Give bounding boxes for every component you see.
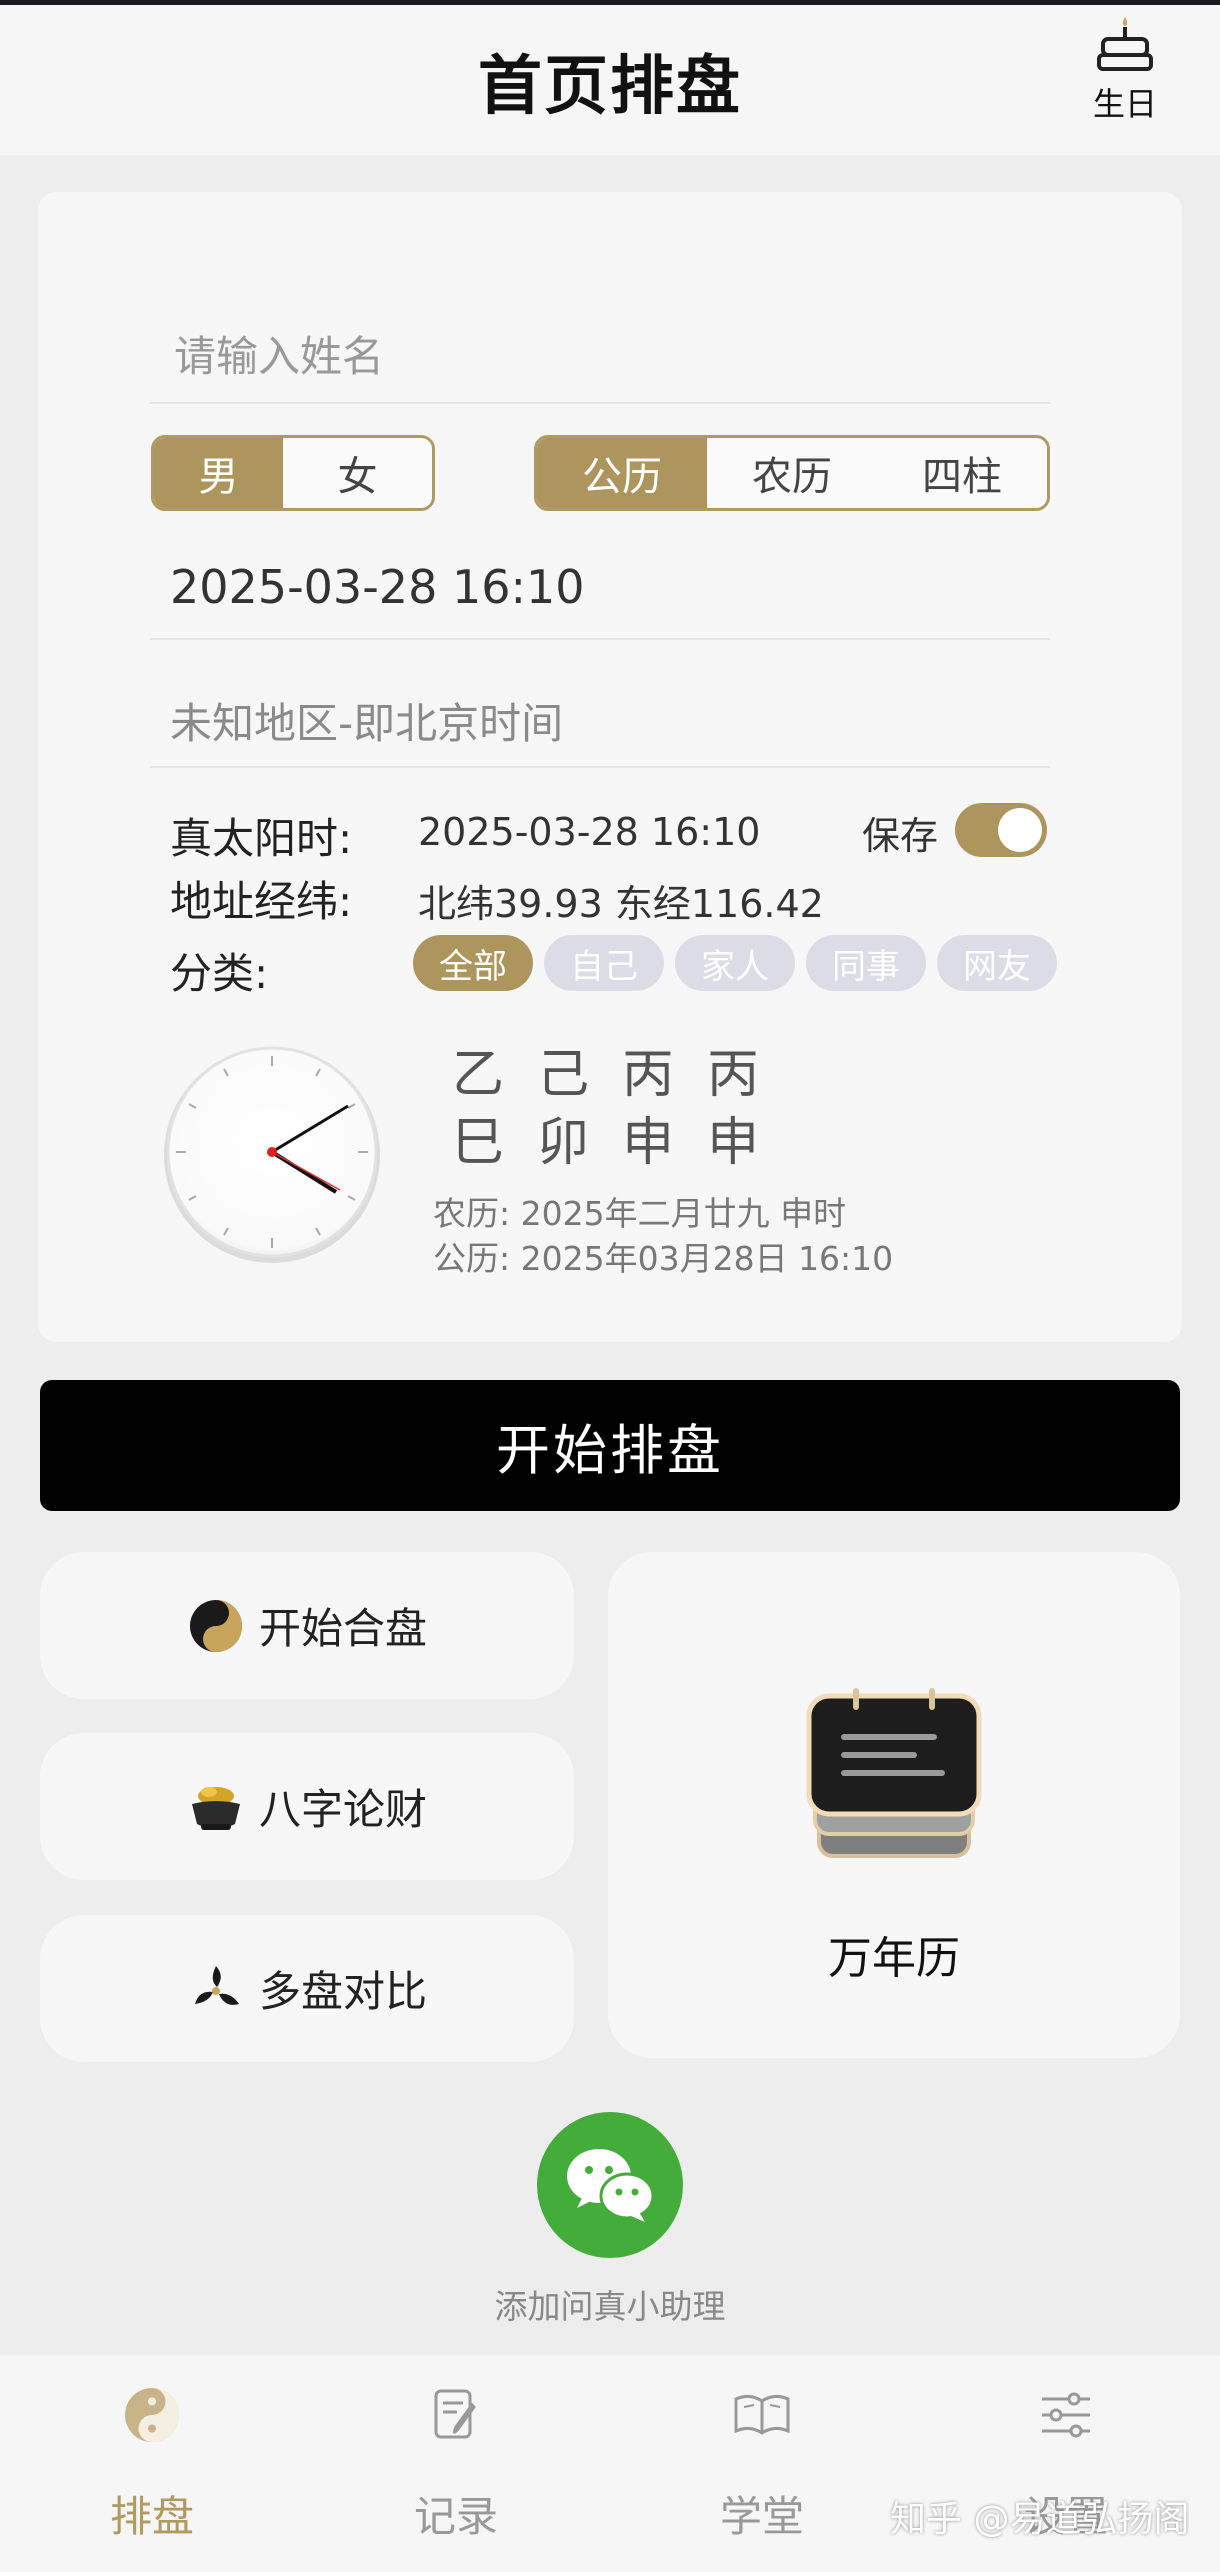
page-title: 首页排盘 <box>478 50 742 124</box>
note-edit-icon <box>434 2389 476 2439</box>
wealth-analysis-button[interactable]: 八字论财 <box>40 1733 574 1880</box>
save-toggle[interactable] <box>955 803 1047 857</box>
wechat-icon <box>567 2149 655 2222</box>
sliders-icon <box>1042 2392 1090 2438</box>
taiji-icon <box>125 2388 179 2442</box>
wechat-assistant-button[interactable] <box>537 2112 683 2258</box>
cake-icon <box>1097 17 1153 71</box>
save-label: 保存 <box>862 814 939 858</box>
category-label: 分类: <box>170 949 269 998</box>
name-underline <box>150 402 1050 404</box>
branch-year: 巳 <box>452 1113 505 1173</box>
clock-icon <box>164 1046 380 1263</box>
chip-netfriend[interactable]: 网友 <box>937 935 1057 991</box>
branch-day: 申 <box>622 1113 675 1173</box>
start-chart-button[interactable]: 开始排盘 <box>40 1380 1180 1511</box>
combine-chart-button[interactable]: 开始合盘 <box>40 1552 574 1699</box>
calendar-solar[interactable]: 公历 <box>537 438 707 508</box>
name-input[interactable] <box>172 325 1036 387</box>
branch-month: 卯 <box>537 1113 590 1173</box>
lunar-date: 农历: 2025年二月廿九 申时 <box>433 1194 847 1233</box>
datetime-underline <box>150 638 1050 640</box>
gender-male[interactable]: 男 <box>154 438 283 508</box>
tab-records-label: 记录 <box>413 2492 498 2541</box>
gender-toggle: 男 女 <box>151 435 435 511</box>
stem-day: 丙 <box>622 1045 675 1105</box>
true-solar-label: 真太阳时: <box>170 814 353 863</box>
category-chips: 全部 自己 家人 同事 网友 <box>413 935 1057 991</box>
calendar-type-toggle: 公历 农历 四柱 <box>534 435 1050 511</box>
coords-value: 北纬39.93 东经116.42 <box>418 882 824 926</box>
book-icon <box>734 2394 790 2435</box>
region-field[interactable]: 未知地区-即北京时间 <box>170 690 563 751</box>
top-bar: 首页排盘 生日 <box>0 0 1220 155</box>
region-underline <box>150 766 1050 768</box>
tab-study-label: 学堂 <box>719 2492 804 2541</box>
chip-family[interactable]: 家人 <box>675 935 795 991</box>
birthday-label: 生日 <box>1092 85 1157 123</box>
perpetual-calendar-button[interactable]: 万年历 <box>608 1552 1180 2058</box>
tab-chart-label: 排盘 <box>109 2492 194 2541</box>
stem-hour: 丙 <box>707 1045 760 1105</box>
yinyang-icon <box>189 1599 242 1652</box>
toggle-knob <box>998 808 1042 852</box>
calendar-lunar[interactable]: 农历 <box>707 438 877 508</box>
calendar-four-pillars[interactable]: 四柱 <box>877 438 1047 508</box>
stem-month: 己 <box>537 1045 590 1105</box>
earthly-branches: 巳卯申申 <box>452 1100 792 1175</box>
triskelion-icon <box>194 1965 239 2005</box>
birthday-button[interactable]: 生日 <box>1080 13 1170 125</box>
treasure-bowl-icon <box>191 1786 240 1830</box>
stem-year: 乙 <box>452 1045 505 1105</box>
chip-self[interactable]: 自己 <box>544 935 664 991</box>
watermark: 知乎 @易道弘扬阁 <box>890 2499 1190 2540</box>
heavenly-stems: 乙己丙丙 <box>452 1032 792 1107</box>
wealth-analysis-label: 八字论财 <box>258 1785 427 1834</box>
perpetual-calendar-label: 万年历 <box>828 1933 960 1984</box>
chip-colleague[interactable]: 同事 <box>806 935 926 991</box>
gender-female[interactable]: 女 <box>283 438 432 508</box>
combine-chart-label: 开始合盘 <box>258 1604 427 1653</box>
branch-hour: 申 <box>707 1113 760 1173</box>
solar-date: 公历: 2025年03月28日 16:10 <box>433 1239 894 1278</box>
chip-all[interactable]: 全部 <box>413 935 533 991</box>
compare-charts-label: 多盘对比 <box>258 1967 427 2016</box>
datetime-field[interactable]: 2025-03-28 16:10 <box>170 560 585 614</box>
compare-charts-button[interactable]: 多盘对比 <box>40 1915 574 2062</box>
calendar-icon <box>806 1688 982 1858</box>
wechat-assistant-label: 添加问真小助理 <box>494 2287 726 2326</box>
true-solar-value: 2025-03-28 16:10 <box>418 810 761 854</box>
coords-label: 地址经纬: <box>170 877 353 926</box>
